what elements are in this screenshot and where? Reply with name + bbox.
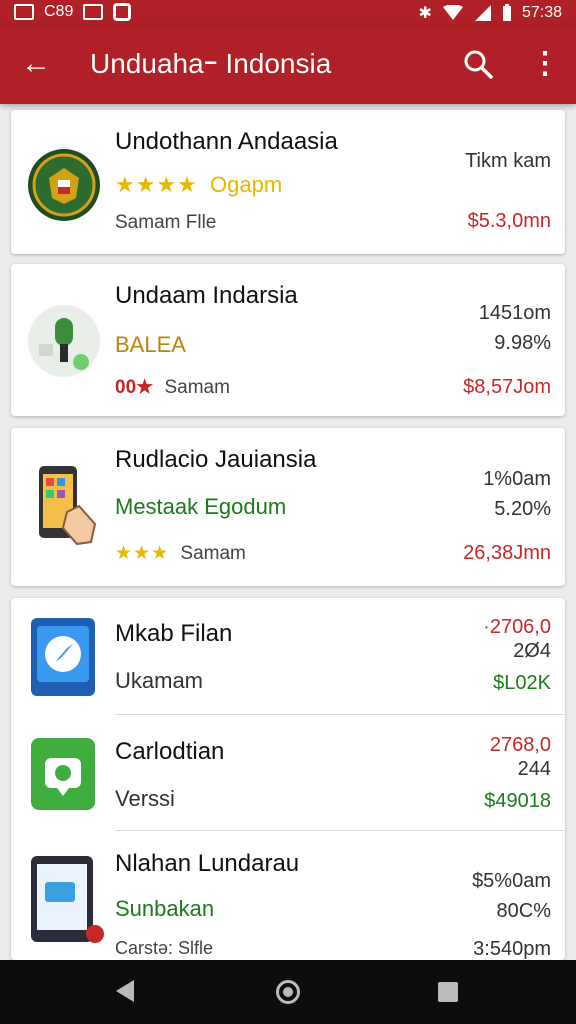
rating-stars: ★★★★ (115, 172, 198, 197)
back-arrow-icon[interactable]: ← (20, 46, 52, 82)
item-right-top: 1%0am (483, 468, 551, 490)
smartphone-touch-icon (39, 466, 97, 546)
wifi-icon (442, 5, 463, 20)
signal-icon (474, 5, 491, 21)
item-title: Rudlacio Jauiansia (115, 446, 317, 473)
camera-app-icon (31, 738, 95, 810)
divider (115, 830, 565, 831)
list-item-card[interactable]: Rudlacio Jauiansia Mestaak Egodum ★★★ Sa… (11, 428, 565, 586)
item-right-top: 1451om (478, 302, 551, 324)
item-meta: Carstǝ: Slfle (115, 938, 214, 958)
item-subtitle: BALEA (115, 332, 186, 357)
navigation-bar (0, 960, 576, 1024)
app-bar: ← Unduahaｰ Indonsia ⋮ (0, 26, 576, 104)
item-right-top: Tikm kam (465, 150, 551, 172)
item-subtitle: Ogapm (210, 172, 283, 197)
item-right-top: $5%0am (472, 870, 551, 892)
divider (115, 714, 565, 715)
status-time: 57:38 (521, 4, 562, 21)
item-meta: Samam Flle (115, 212, 217, 233)
nav-recents-icon[interactable] (438, 982, 458, 1002)
battery-icon (502, 4, 511, 21)
status-bar: C89 ✱ 57:38 (0, 0, 576, 26)
gallery-icon (83, 4, 104, 20)
item-price: 26,38Jmn (463, 542, 551, 564)
item-subtitle: Ukamam (115, 668, 204, 693)
item-meta: Samam (180, 543, 246, 564)
item-count: 2Ø4 (513, 640, 551, 662)
item-percent: 5.20% (494, 498, 551, 520)
page-title: Unduahaｰ Indonsia (90, 48, 332, 79)
item-percent: 9.98% (494, 332, 551, 354)
tablet-app-icon (31, 856, 104, 943)
bluetooth-icon: ✱ (418, 5, 432, 22)
rating-label: 00★ (115, 377, 154, 398)
grouped-list-card: Mkab Filan Ukamam ·2706,0 2Ø4 $L02K Carl… (11, 598, 565, 960)
item-title: Nlahan Lundarau (115, 850, 300, 877)
item-rating: 00★ Samam (115, 376, 230, 399)
nav-home-icon[interactable] (276, 980, 300, 1004)
item-count: 244 (517, 758, 551, 780)
item-title: Undaam Indarsia (115, 282, 298, 309)
item-title: Mkab Filan (115, 620, 233, 647)
rating-stars: ★★★ (115, 543, 170, 564)
item-subtitle: Sunbakan (115, 896, 215, 921)
item-price: $5.3,0mn (467, 210, 551, 232)
item-subtitle: Mestaak Egodum (115, 494, 287, 519)
item-title: Undothann Andaasia (115, 128, 338, 155)
item-right-top: 2768,0 (489, 734, 551, 756)
item-price: $8,57Jom (463, 376, 551, 398)
notification-icon (113, 3, 132, 21)
item-rating: ★★★ Samam (115, 542, 246, 565)
list-item-card[interactable]: Undothann Andaasia ★★★★ Ogapm Samam Flle… (11, 110, 565, 254)
more-options-icon[interactable]: ⋮ (530, 46, 560, 82)
item-subtitle: Verssi (115, 786, 175, 811)
status-text: C89 (44, 3, 74, 20)
list-item-card[interactable]: Undaam Indarsia BALEA 00★ Samam 1451om 9… (11, 264, 565, 416)
nav-back-icon[interactable] (116, 980, 134, 1002)
item-price: $49018 (484, 790, 551, 812)
item-rating: ★★★★ Ogapm (115, 172, 282, 198)
item-meta: Samam (164, 377, 230, 398)
item-time: 3:540pm (473, 938, 551, 960)
emblem-icon (28, 149, 100, 221)
microphone-icon (28, 305, 100, 377)
item-title: Carlodtian (115, 738, 225, 765)
search-icon[interactable] (462, 48, 494, 80)
photo-icon (14, 4, 34, 20)
item-price: $L02K (493, 672, 551, 694)
browser-compass-icon (31, 618, 95, 696)
item-right-top: ·2706,0 (483, 616, 551, 638)
item-percent: 80C% (496, 900, 551, 922)
